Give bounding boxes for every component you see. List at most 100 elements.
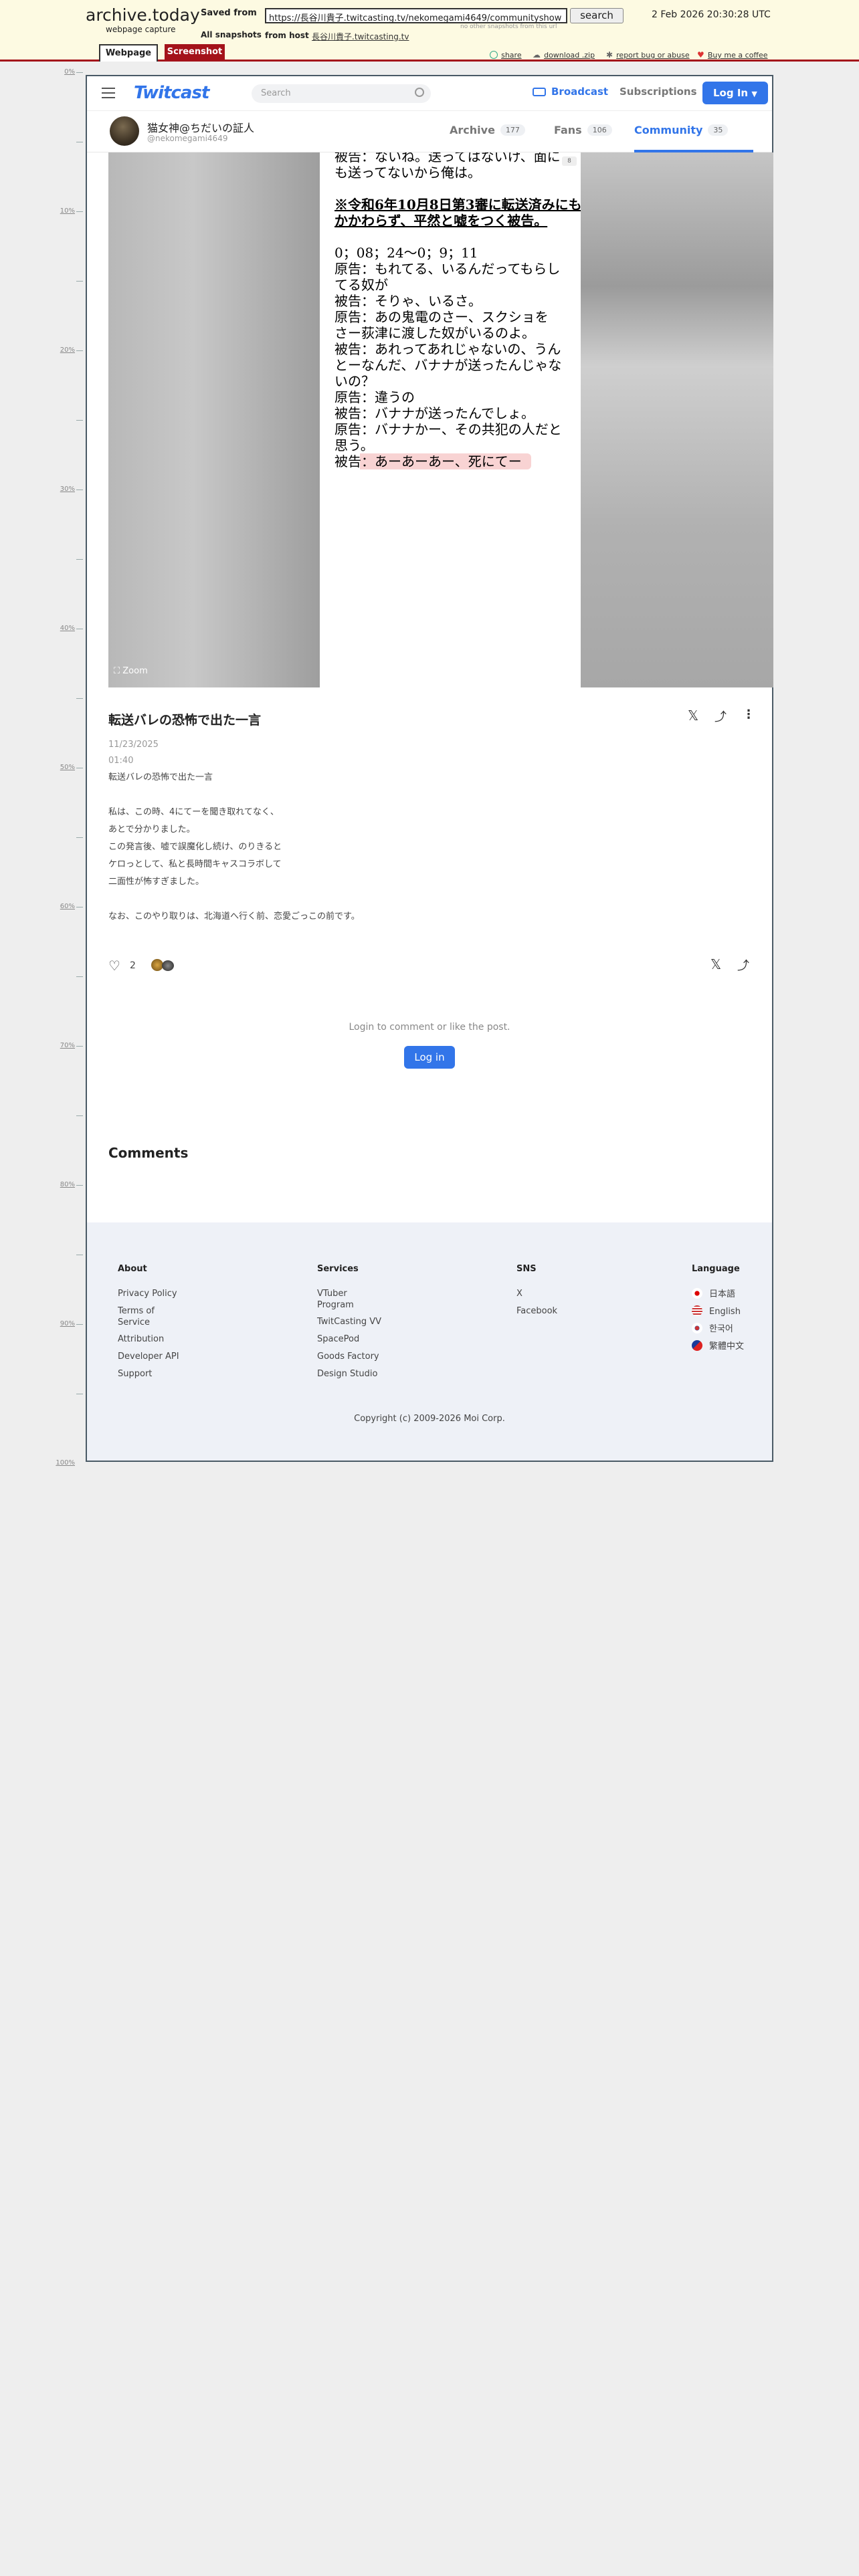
all-snapshots-link[interactable]: All snapshots <box>201 30 262 39</box>
subscriptions-link[interactable]: Subscriptions <box>619 86 697 98</box>
camera-icon <box>533 88 546 96</box>
profile-name[interactable]: 猫女神@ちだいの証人 <box>147 119 254 135</box>
avatar[interactable] <box>110 116 139 146</box>
footer-design-studio-link[interactable]: Design Studio <box>317 1368 377 1380</box>
tab-fans-count: 106 <box>587 124 612 136</box>
footer-support-link[interactable]: Support <box>118 1368 152 1380</box>
x-share-icon[interactable]: 𝕏 <box>710 956 721 972</box>
ruler-label[interactable]: 50% <box>60 764 75 771</box>
archive-logo[interactable]: archive.today <box>86 5 200 25</box>
document-line: てる奴が <box>335 277 388 293</box>
document-line: 被告：バナナが送ったんでしょ。 <box>335 405 535 421</box>
footer-services-heading: Services <box>317 1264 359 1274</box>
x-share-icon[interactable]: 𝕏 <box>688 708 698 724</box>
no-other-snapshots: no other snapshots from this url <box>460 23 557 30</box>
copyright: Copyright (c) 2009-2026 Moi Corp. <box>354 1414 505 1424</box>
download-link[interactable]: ☁ download .zip <box>533 47 595 60</box>
ruler-tick <box>76 281 83 282</box>
ruler-label[interactable]: 30% <box>60 486 75 493</box>
language-korean-label: 한국어 <box>709 1324 733 1334</box>
tab-community[interactable]: Community 35 <box>634 124 729 136</box>
tw-flag-icon <box>692 1340 702 1351</box>
report-link[interactable]: ✱ report bug or abuse <box>606 47 690 60</box>
share-icon[interactable]: ⤴ <box>737 956 749 974</box>
ruler-tick <box>76 211 83 212</box>
like-heart-icon[interactable]: ♡ <box>108 958 120 974</box>
language-english[interactable]: English <box>692 1305 741 1317</box>
share-link[interactable]: share <box>490 47 522 60</box>
us-flag-icon <box>692 1305 702 1316</box>
share-icon[interactable]: ⤴ <box>714 708 727 725</box>
post-image[interactable]: 被告：ないね。送ってはないけ、面に も送ってないから俺は。 ※令和6年10月8日第3… <box>320 152 581 687</box>
ruler-label[interactable]: 40% <box>60 625 75 632</box>
snapshot-date: 2 Feb 2026 20:30:28 UTC <box>652 9 771 20</box>
search-button[interactable]: search <box>570 8 624 23</box>
login-button[interactable]: Log In ▼ <box>702 82 768 104</box>
menu-icon[interactable] <box>102 88 115 98</box>
footer-spacepod-link[interactable]: SpacePod <box>317 1333 359 1345</box>
footer-vtuber-link[interactable]: VTuber Program <box>317 1288 364 1311</box>
tab-archive[interactable]: Archive 177 <box>450 124 525 136</box>
url-input[interactable]: https://長谷川貴子.twitcasting.tv/nekomegami4… <box>265 8 567 23</box>
document-line: 被告：あーあーあー、死にてー <box>335 453 531 469</box>
tab-fans-label: Fans <box>554 124 582 136</box>
footer-facebook-link[interactable]: Facebook <box>516 1305 557 1317</box>
ruler-tick <box>76 72 83 73</box>
footer-x-link[interactable]: X <box>516 1288 522 1299</box>
download-label: download .zip <box>544 51 595 60</box>
broadcast-link[interactable]: Broadcast <box>551 86 608 98</box>
language-chinese[interactable]: 繁體中文 <box>692 1340 745 1352</box>
footer-attribution-link[interactable]: Attribution <box>118 1333 164 1345</box>
share-icon <box>490 51 498 59</box>
footer-terms-link[interactable]: Terms of Service <box>118 1305 171 1328</box>
ruler-label[interactable]: 20% <box>60 346 75 354</box>
chevron-down-icon: ▼ <box>751 90 757 98</box>
language-japanese[interactable]: 日本語 <box>692 1288 735 1300</box>
tab-fans[interactable]: Fans 106 <box>554 124 612 136</box>
blur-right <box>581 152 773 687</box>
footer-goods-factory-link[interactable]: Goods Factory <box>317 1351 379 1362</box>
ruler-label[interactable]: 70% <box>60 1042 75 1049</box>
post-login-button[interactable]: Log in <box>404 1046 455 1069</box>
footer: About Privacy Policy Terms of Service At… <box>87 1222 772 1461</box>
ruler-label[interactable]: 10% <box>60 207 75 215</box>
document-line: 思う。 <box>335 437 374 453</box>
post-body-line <box>108 891 710 908</box>
twitcast-page: Twitcast Search Broadcast Subscriptions … <box>86 75 773 1462</box>
ruler-label[interactable]: 90% <box>60 1320 75 1327</box>
ruler-label[interactable]: 100% <box>56 1459 75 1467</box>
brand-logo[interactable]: Twitcast <box>134 83 209 103</box>
heart-icon: ♥ <box>697 50 704 60</box>
footer-developer-api-link[interactable]: Developer API <box>118 1351 179 1362</box>
site-header: Twitcast Search Broadcast Subscriptions … <box>87 76 772 111</box>
jp-flag-icon <box>692 1288 702 1299</box>
ruler-label[interactable]: 80% <box>60 1181 75 1188</box>
tab-archive-label: Archive <box>450 124 495 136</box>
tab-screenshot[interactable]: Screenshot <box>165 44 225 62</box>
zoom-button[interactable]: ⛶ Zoom <box>114 666 148 676</box>
coffee-link[interactable]: ♥ Buy me a coffee <box>697 47 768 60</box>
post-body-line: ケロっとして、私と長時間キャスコラボして <box>108 859 282 869</box>
post-body-line: この発言後、嘘で誤魔化し続け、のりきると <box>108 842 282 852</box>
ruler-label[interactable]: 60% <box>60 903 75 910</box>
ruler-tick <box>76 1185 83 1186</box>
footer-about-heading: About <box>118 1264 147 1274</box>
document-line: ※令和6年10月8日第3審に転送済みにも <box>335 197 581 213</box>
ruler-label[interactable]: 0% <box>64 68 75 76</box>
post-body-line <box>108 786 710 804</box>
post-time: 01:40 <box>108 756 134 766</box>
footer-sns-heading: SNS <box>516 1264 537 1274</box>
document-line: 原告：もれてる、いるんだってもらし <box>335 261 561 277</box>
image-badge: 8 <box>562 156 577 166</box>
footer-twitcasting-vv-link[interactable]: TwitCasting VV <box>317 1316 381 1327</box>
comments-heading: Comments <box>108 1145 189 1161</box>
tab-community-label: Community <box>634 124 703 136</box>
search-bar[interactable]: Search <box>252 84 431 103</box>
host-link[interactable]: 長谷川貴子.twitcasting.tv <box>312 31 409 42</box>
language-korean[interactable]: 한국어 <box>692 1323 733 1335</box>
search-placeholder: Search <box>261 88 291 98</box>
tab-webpage[interactable]: Webpage <box>99 44 158 62</box>
more-options-icon[interactable]: ⋮ <box>743 708 755 722</box>
footer-privacy-link[interactable]: Privacy Policy <box>118 1288 177 1299</box>
liker-avatar[interactable] <box>162 960 174 971</box>
